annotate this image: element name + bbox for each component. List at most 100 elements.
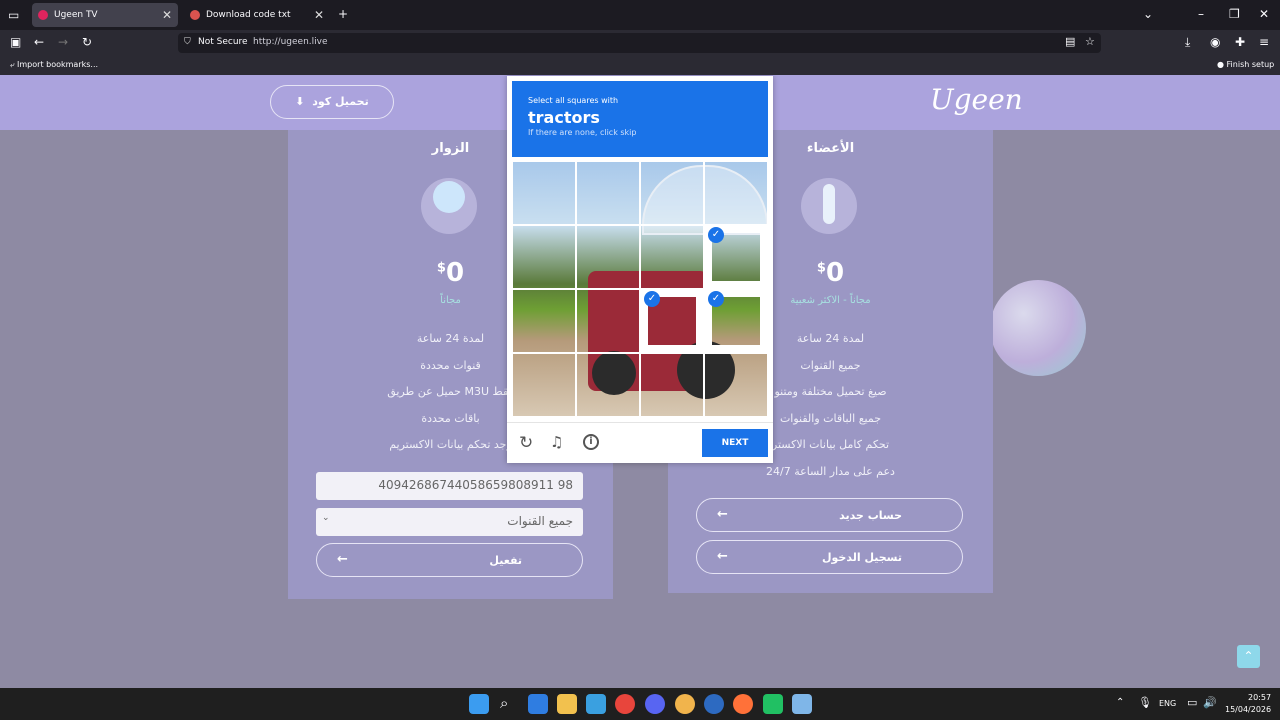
signup-label: حساب جديد: [839, 508, 902, 522]
price-value: 0: [825, 258, 845, 288]
discord-icon[interactable]: [645, 694, 665, 714]
close-icon[interactable]: ✕: [314, 8, 324, 22]
check-icon: ✓: [708, 227, 724, 243]
tab-label: Ugeen TV: [54, 10, 98, 20]
check-icon: ✓: [644, 291, 660, 307]
captcha-cell[interactable]: [576, 353, 640, 417]
list-tabs-icon[interactable]: ⌄: [1143, 8, 1153, 20]
captcha-cell[interactable]: [576, 289, 640, 353]
firefox-icon[interactable]: [733, 694, 753, 714]
nav-bar: ▣ ← → ↻ ⛉ Not Secure http://ugeen.live ▤…: [0, 30, 1280, 56]
language-indicator[interactable]: ENG: [1159, 699, 1176, 708]
site-logo[interactable]: Ugeen: [930, 83, 1023, 116]
activate-button[interactable]: ← تفعيل: [316, 543, 583, 577]
search-icon[interactable]: ⌕: [500, 696, 508, 711]
login-label: تسجيل الدخول: [821, 550, 902, 564]
app-icon[interactable]: [675, 694, 695, 714]
menu-icon[interactable]: ≡: [1259, 36, 1269, 48]
price-currency: $: [816, 260, 826, 276]
balloon-icon: [421, 178, 477, 234]
captcha-cell[interactable]: [512, 289, 576, 353]
extensions-icon[interactable]: ✚: [1235, 36, 1245, 48]
tab-label: Download code txt: [206, 10, 291, 20]
captcha-cell[interactable]: [576, 161, 640, 225]
captcha-target: tractors: [528, 108, 600, 127]
chevron-down-icon: ⌄: [322, 513, 330, 523]
download-code-button[interactable]: ⬇ تحميل كود: [270, 85, 394, 119]
tab-download[interactable]: Download code txt ✕: [184, 3, 330, 27]
captcha-header: Select all squares with tractors If ther…: [512, 81, 768, 157]
captcha-cell[interactable]: [704, 353, 768, 417]
scroll-top-button[interactable]: ⌃: [1237, 645, 1260, 668]
price-currency: $: [436, 260, 446, 276]
captcha-cell[interactable]: [640, 161, 704, 225]
url-bar[interactable]: ⛉ Not Secure http://ugeen.live ▤ ☆: [178, 33, 1101, 53]
chrome-alt-icon[interactable]: [704, 694, 724, 714]
tab-bar: ▭ Ugeen TV ✕ Download code txt ✕ + ⌄ – ❐…: [0, 0, 1280, 30]
captcha-cell[interactable]: [640, 225, 704, 289]
new-tab-icon[interactable]: +: [338, 8, 348, 20]
login-button[interactable]: ← تسجيل الدخول: [696, 540, 963, 574]
captcha-cell[interactable]: [512, 353, 576, 417]
reader-view-icon[interactable]: ▤: [1065, 36, 1075, 47]
tray-chevron-icon[interactable]: ⌃: [1116, 698, 1124, 708]
bookmarks-bar: ⤶ Import bookmarks... ● Finish setup: [0, 56, 1280, 75]
file-explorer-icon[interactable]: [557, 694, 577, 714]
audio-challenge-icon[interactable]: ♫: [550, 433, 563, 451]
import-bookmarks[interactable]: ⤶ Import bookmarks...: [10, 60, 98, 70]
forward-icon[interactable]: →: [58, 36, 68, 48]
start-icon[interactable]: [469, 694, 489, 714]
captcha-cells: ✓ ✓ ✓: [512, 161, 768, 417]
sidebar-icon[interactable]: ▣: [10, 36, 21, 48]
captcha-cell[interactable]: [512, 225, 576, 289]
captcha-cell[interactable]: [512, 161, 576, 225]
window-close-icon[interactable]: ✕: [1259, 8, 1269, 20]
arrow-left-icon: ←: [337, 552, 348, 567]
finish-setup-label: Finish setup: [1226, 60, 1275, 69]
back-icon[interactable]: ←: [34, 36, 44, 48]
bookmark-star-icon[interactable]: ☆: [1085, 36, 1095, 47]
download-icon: ⬇: [295, 95, 305, 108]
channels-select[interactable]: ⌄ جميع القنوات: [316, 508, 583, 536]
account-icon[interactable]: ◉: [1210, 36, 1220, 48]
taskbar: ⌕ ⌃ 🎙 ENG ▭ 🔊 20:57 15/04/2026: [0, 688, 1280, 720]
reload-icon[interactable]: ↻: [519, 433, 533, 453]
volume-icon[interactable]: 🔊: [1203, 697, 1217, 708]
download-favicon: [190, 10, 200, 20]
ugeen-favicon: [38, 10, 48, 20]
network-icon[interactable]: ▭: [1187, 697, 1197, 708]
captcha-prompt: Select all squares with: [528, 96, 619, 105]
minimize-icon[interactable]: –: [1198, 8, 1204, 20]
finish-setup[interactable]: ● Finish setup: [1217, 60, 1274, 69]
downloads-icon[interactable]: ⤓: [1185, 36, 1190, 48]
restore-icon[interactable]: ❐: [1229, 8, 1240, 20]
shield-icon: ⛉: [184, 37, 191, 47]
download-code-label: تحميل كود: [312, 95, 369, 108]
reload-icon[interactable]: ↻: [82, 36, 92, 48]
select-value: جميع القنوات: [507, 514, 573, 528]
microphone-icon[interactable]: 🎙: [1138, 697, 1152, 708]
notepad-icon[interactable]: [792, 694, 812, 714]
captcha-cell[interactable]: [576, 225, 640, 289]
clock-date[interactable]: 15/04/2026: [1225, 705, 1271, 714]
whatsapp-icon[interactable]: [763, 694, 783, 714]
chrome-icon[interactable]: [615, 694, 635, 714]
tab-overview-icon[interactable]: ▭: [8, 9, 19, 21]
rocket-icon: [801, 178, 857, 234]
photos-icon[interactable]: [586, 694, 606, 714]
code-input[interactable]: 40942686744058659808911 98: [316, 472, 583, 500]
bubble-decoration: [990, 280, 1086, 376]
captcha-cell[interactable]: [640, 353, 704, 417]
info-icon[interactable]: i: [583, 434, 599, 450]
clock-time[interactable]: 20:57: [1248, 693, 1271, 702]
arrow-left-icon: ←: [717, 507, 728, 522]
url-text: http://ugeen.live: [253, 37, 328, 47]
tab-ugeen[interactable]: Ugeen TV ✕: [32, 3, 178, 27]
close-icon[interactable]: ✕: [162, 8, 172, 22]
feature-item: دعم على مدار الساعة 24/7: [766, 465, 895, 478]
signup-button[interactable]: ← حساب جديد: [696, 498, 963, 532]
next-button[interactable]: NEXT: [702, 429, 768, 457]
captcha-cell[interactable]: [704, 161, 768, 225]
defender-icon[interactable]: [528, 694, 548, 714]
activate-label: تفعيل: [489, 553, 522, 567]
